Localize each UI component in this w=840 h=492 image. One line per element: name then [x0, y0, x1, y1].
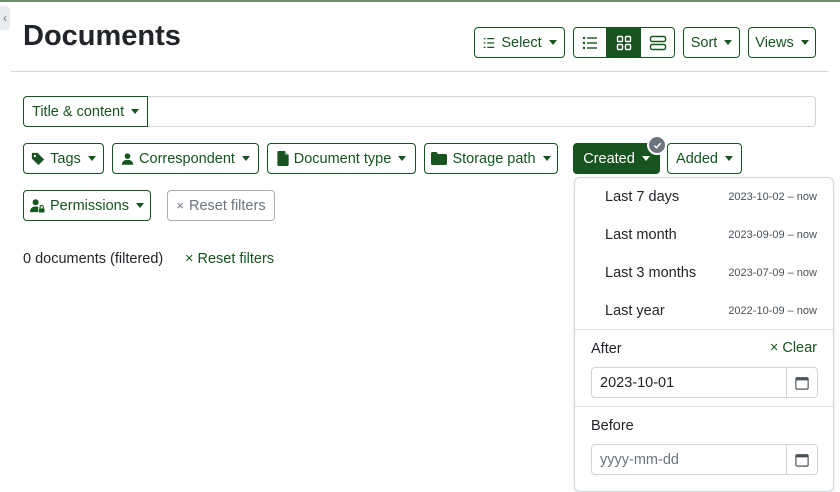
chevron-down-icon: [724, 40, 733, 45]
sort-button-label: Sort: [690, 34, 718, 51]
storage-path-filter-button[interactable]: Storage path: [424, 143, 558, 174]
page-title: Documents: [23, 20, 181, 52]
quick-range-label: Last month: [605, 227, 677, 243]
quick-range-label: Last 3 months: [605, 265, 697, 281]
reset-filters-button[interactable]: × Reset filters: [167, 190, 275, 221]
after-date-value[interactable]: 2023-10-01: [592, 368, 786, 397]
file-icon: [277, 151, 289, 166]
clear-after-button[interactable]: × Clear: [770, 340, 817, 356]
added-filter-button[interactable]: Added: [667, 143, 742, 174]
quick-range-last-3-months[interactable]: Last 3 months 2023-07-09 – now: [575, 254, 833, 292]
sort-button[interactable]: Sort: [683, 27, 740, 58]
chevron-down-icon: [548, 40, 557, 45]
header-divider: [11, 71, 828, 72]
calendar-icon[interactable]: [786, 368, 817, 397]
tag-icon: [32, 152, 45, 165]
grid-icon: [616, 35, 631, 50]
chevron-down-icon: [641, 156, 650, 161]
after-label: After: [591, 341, 622, 357]
view-mode-group: [573, 27, 675, 58]
close-icon: ×: [769, 340, 779, 356]
quick-range-label: Last 7 days: [605, 189, 680, 205]
close-icon: ×: [176, 198, 185, 213]
quick-range-last-month[interactable]: Last month 2023-09-09 – now: [575, 216, 833, 254]
view-large-cards-button[interactable]: [641, 27, 675, 58]
before-date-placeholder[interactable]: yyyy-mm-dd: [592, 445, 786, 474]
added-filter-label: Added: [676, 150, 718, 167]
document-type-filter-button[interactable]: Document type: [267, 143, 416, 174]
large-cards-icon: [649, 35, 666, 50]
clear-label: Clear: [782, 340, 817, 356]
chevron-down-icon: [542, 156, 551, 161]
select-button[interactable]: Select: [474, 27, 565, 58]
search-mode-dropdown[interactable]: Title & content: [23, 96, 149, 127]
correspondent-filter-button[interactable]: Correspondent: [112, 143, 259, 174]
created-filter-label: Created: [583, 150, 635, 167]
reset-filters-link[interactable]: × Reset filters: [185, 251, 274, 267]
reset-filters-link-label: Reset filters: [197, 251, 275, 267]
sidebar-collapse-icon[interactable]: ‹: [0, 6, 10, 30]
select-button-label: Select: [501, 34, 542, 51]
chevron-down-icon: [135, 203, 144, 208]
before-date-field[interactable]: yyyy-mm-dd: [591, 444, 818, 475]
reset-filters-label: Reset filters: [189, 197, 266, 214]
views-button[interactable]: Views: [748, 27, 816, 58]
correspondent-filter-label: Correspondent: [139, 150, 235, 167]
quick-range-dates: 2022-10-09 – now: [728, 305, 817, 317]
search-bar[interactable]: Title & content: [23, 96, 816, 127]
chevron-down-icon: [724, 156, 733, 161]
folder-icon: [431, 152, 448, 165]
chevron-down-icon: [241, 156, 250, 161]
check-icon: [653, 142, 661, 149]
quick-range-last-year[interactable]: Last year 2022-10-09 – now: [575, 292, 833, 330]
storage-path-filter-label: Storage path: [452, 150, 536, 167]
quick-range-dates: 2023-10-02 – now: [728, 191, 817, 203]
view-list-button[interactable]: [573, 27, 607, 58]
dropdown-divider: [575, 329, 833, 330]
permissions-filter-label: Permissions: [50, 197, 129, 214]
close-icon: ×: [185, 251, 194, 267]
before-label: Before: [591, 418, 634, 434]
created-date-dropdown: Last 7 days 2023-10-02 – now Last month …: [574, 177, 834, 492]
quick-range-label: Last year: [605, 303, 665, 319]
person-icon: [121, 152, 134, 165]
permissions-filter-button[interactable]: Permissions: [23, 190, 151, 221]
search-mode-label: Title & content: [32, 103, 125, 120]
top-accent-line: [0, 0, 840, 2]
dropdown-divider: [575, 406, 833, 407]
views-button-label: Views: [755, 34, 794, 51]
active-filter-check-badge: [647, 135, 667, 155]
calendar-icon[interactable]: [786, 445, 817, 474]
view-small-cards-button[interactable]: [607, 27, 641, 58]
tags-filter-label: Tags: [50, 150, 81, 167]
quick-range-dates: 2023-09-09 – now: [728, 229, 817, 241]
chevron-down-icon: [398, 156, 407, 161]
chevron-down-icon: [131, 109, 140, 114]
tags-filter-button[interactable]: Tags: [23, 143, 104, 174]
document-type-filter-label: Document type: [293, 150, 392, 167]
after-date-field[interactable]: 2023-10-01: [591, 367, 818, 398]
quick-range-last-7-days[interactable]: Last 7 days 2023-10-02 – now: [575, 178, 833, 216]
quick-range-dates: 2023-07-09 – now: [728, 267, 817, 279]
select-list-icon: [484, 37, 495, 48]
chevron-down-icon: [87, 156, 96, 161]
document-count: 0 documents (filtered): [23, 251, 164, 267]
list-icon: [582, 36, 597, 49]
person-lock-icon: [30, 199, 45, 213]
chevron-down-icon: [800, 40, 809, 45]
